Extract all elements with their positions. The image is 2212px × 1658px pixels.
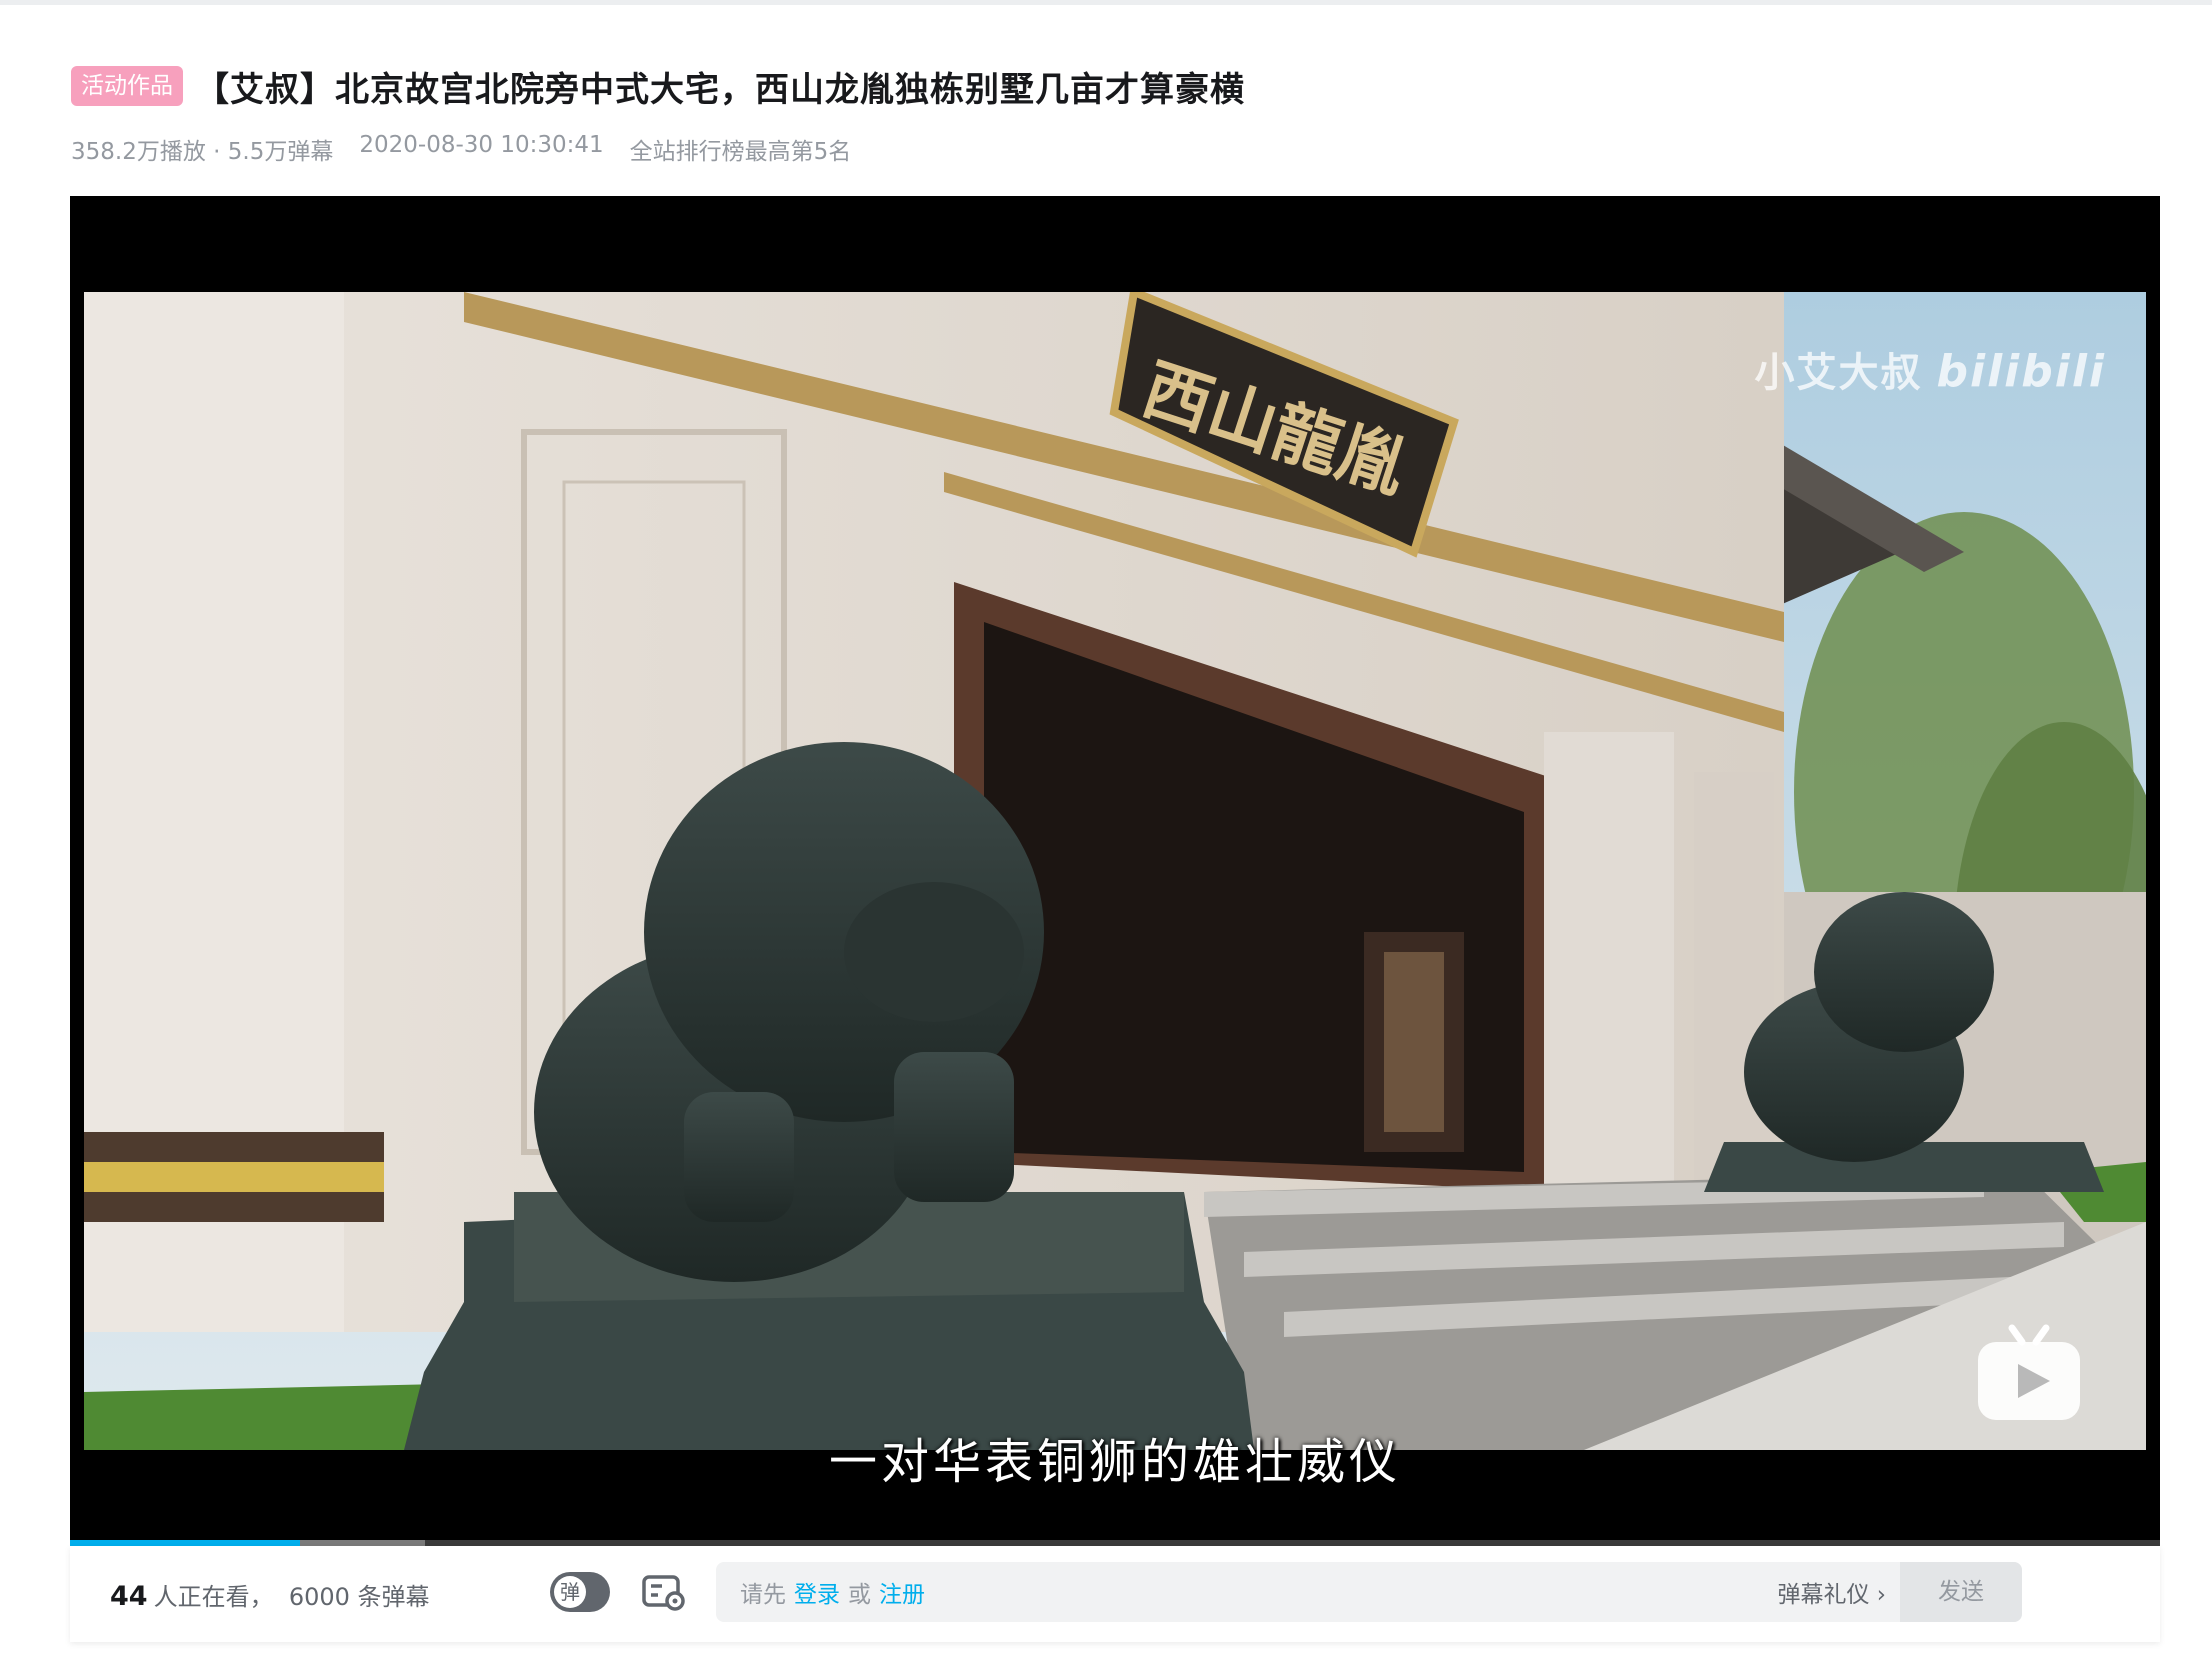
prompt-or: 或 — [848, 1582, 871, 1608]
video-player[interactable]: 西山龍胤 小艾大叔 bilibili 一对华表铜狮的雄壮威仪 — [70, 196, 2160, 1546]
video-frame[interactable]: 西山龍胤 小艾大叔 bilibili 一对华表铜狮的雄壮威仪 — [84, 292, 2146, 1490]
login-prompt: 请先 登录或注册 — [740, 1575, 933, 1609]
play-count: 358.2万播放 · 5.5万弹幕 — [71, 139, 334, 165]
bilibili-tv-icon[interactable] — [1974, 1324, 2084, 1424]
activity-badge[interactable]: 活动作品 — [71, 66, 183, 106]
video-meta: 358.2万播放 · 5.5万弹幕 2020-08-30 10:30:41 全站… — [71, 132, 2142, 166]
login-link[interactable]: 登录 — [794, 1582, 840, 1608]
danmaku-settings-icon[interactable] — [642, 1574, 686, 1616]
danmaku-toggle[interactable]: 弹 — [550, 1572, 610, 1612]
bilibili-logo: bilibili — [1936, 346, 2106, 397]
watermark-text: 小艾大叔 — [1754, 350, 1923, 396]
register-link[interactable]: 注册 — [879, 1582, 925, 1608]
danmaku-bar: 44 人正在看， 6000 条弹幕 弹 请先 登录或注册 弹幕礼仪 › 发送 — [70, 1546, 2160, 1642]
video-scene: 西山龍胤 — [84, 292, 2146, 1450]
viewer-info: 44 人正在看， 6000 条弹幕 — [110, 1577, 430, 1612]
publish-date: 2020-08-30 10:30:41 — [359, 132, 604, 158]
danmaku-toggle-icon: 弹 — [554, 1576, 586, 1608]
video-subtitle: 一对华表铜狮的雄壮威仪 — [828, 1434, 1401, 1490]
danmaku-count: 6000 条弹幕 — [288, 1582, 430, 1611]
danmaku-input[interactable]: 请先 登录或注册 弹幕礼仪 › 发送 — [716, 1562, 2022, 1622]
video-header: 活动作品 【艾叔】北京故宫北院旁中式大宅，西山龙胤独栋别墅几亩才算豪横 358.… — [71, 58, 2142, 166]
top-divider — [0, 0, 2212, 5]
video-title: 【艾叔】北京故宫北院旁中式大宅，西山龙胤独栋别墅几亩才算豪横 — [195, 69, 1245, 110]
viewer-count: 44 — [110, 1580, 148, 1612]
rank-info[interactable]: 全站排行榜最高第5名 — [630, 132, 852, 166]
danmaku-etiquette-link[interactable]: 弹幕礼仪 › — [1777, 1575, 1886, 1609]
prompt-prefix: 请先 — [740, 1582, 786, 1608]
viewer-label: 人正在看， — [153, 1582, 274, 1611]
watermark: 小艾大叔 bilibili — [1755, 340, 2106, 398]
send-button[interactable]: 发送 — [1900, 1562, 2022, 1622]
